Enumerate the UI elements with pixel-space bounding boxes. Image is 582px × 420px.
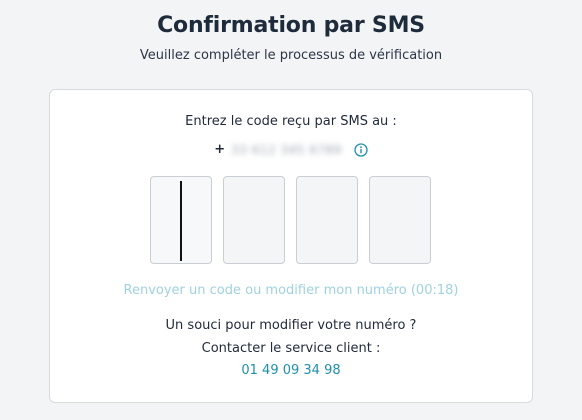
code-input-group	[150, 176, 431, 264]
phone-row: + 33 612 345 6789	[50, 142, 532, 157]
resend-code-link[interactable]: Renvoyer un code ou modifier mon numéro …	[50, 283, 532, 298]
code-digit-2[interactable]	[223, 176, 285, 264]
page-subtitle: Veuillez compléter le processus de vérif…	[139, 48, 443, 63]
phone-number-masked: 33 612 345 6789	[231, 142, 342, 157]
help-question: Un souci pour modifier votre numéro ?	[165, 318, 417, 333]
support-phone-link[interactable]: 01 49 09 34 98	[50, 363, 532, 378]
help-contact-label: Contacter le service client :	[201, 341, 381, 356]
info-icon[interactable]	[354, 142, 368, 157]
code-digit-1[interactable]	[150, 176, 212, 264]
code-digit-4[interactable]	[369, 176, 431, 264]
sms-prompt: Entrez le code reçu par SMS au :	[185, 114, 397, 129]
page-title: Confirmation par SMS	[157, 13, 425, 38]
text-caret	[180, 181, 182, 261]
phone-prefix: +	[214, 142, 226, 157]
code-digit-3[interactable]	[296, 176, 358, 264]
verification-card: Entrez le code reçu par SMS au : + 33 61…	[49, 89, 533, 403]
